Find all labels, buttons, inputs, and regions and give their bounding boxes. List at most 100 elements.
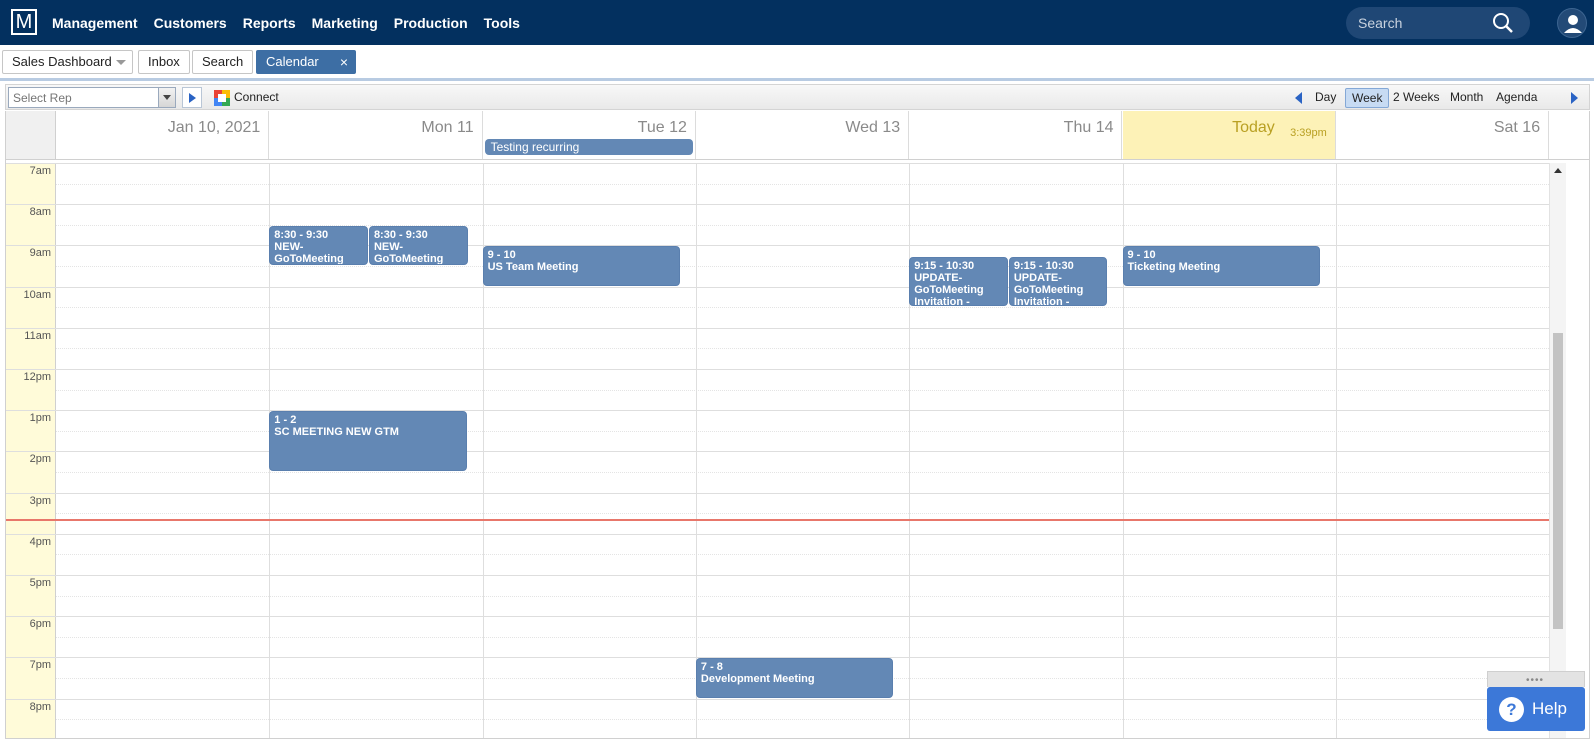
event-time: 9 - 10 (487, 249, 516, 262)
hour-gridline (6, 451, 1549, 453)
chevron-down-icon[interactable] (158, 88, 175, 107)
calendar-event[interactable]: 1 - 2 SC MEETING NEW GTM (269, 411, 467, 471)
hour-label: 12pm (23, 371, 51, 383)
play-icon[interactable] (182, 87, 202, 108)
event-title: Development Meeting (700, 673, 815, 686)
day-header[interactable]: Today 3:39pm (1122, 111, 1336, 159)
tab-calendar[interactable]: Calendar × (256, 50, 356, 74)
tab-search[interactable]: Search (192, 50, 254, 74)
event-time: 8:30 - 9:30 (373, 228, 428, 241)
event-title: SC MEETING NEW GTM (274, 426, 399, 439)
hour-gridline (6, 369, 1549, 370)
view-week-button[interactable]: Week (1345, 88, 1390, 108)
grip-icon: •••• (1526, 675, 1545, 686)
app-logo[interactable]: M (11, 9, 37, 35)
event-time: 9:15 - 10:30 (914, 259, 975, 272)
tab-sales-dashboard[interactable]: Sales Dashboard (2, 50, 133, 74)
event-title: NEW-GoToMeeting Invitation - Testing (373, 240, 444, 265)
scroll-up-arrow-icon[interactable] (1554, 168, 1562, 173)
event-title: Ticketing Meeting (1127, 261, 1221, 274)
calendar-event[interactable]: 7 - 8 Development Meeting (695, 658, 894, 698)
question-icon: ? (1499, 697, 1524, 722)
next-arrow-icon[interactable] (1571, 92, 1578, 104)
calendar-event[interactable]: 9:15 - 10:30 UPDATE-GoToMeeting Invitatio… (1008, 256, 1108, 307)
prev-arrow-icon[interactable] (1295, 92, 1302, 104)
close-icon[interactable]: × (340, 51, 348, 73)
day-header[interactable]: Mon 11 (269, 111, 483, 159)
user-icon (1564, 15, 1582, 33)
hour-gridline (6, 327, 1549, 329)
day-header-label: Tue 12 (637, 119, 687, 136)
day-header-label: Wed 13 (845, 119, 901, 136)
time-grid[interactable]: 7am 8am 9am 10am 11am 12pm 1pm 2pm 3pm 4pm 5pm 6pm 7… (6, 163, 1566, 738)
nav-customers[interactable]: Customers (154, 15, 227, 31)
tab-label: Sales Dashboard (12, 54, 112, 69)
current-time-indicator (6, 519, 1550, 522)
help-button[interactable]: ? Help (1487, 687, 1585, 731)
scrollbar-thumb[interactable] (1553, 333, 1563, 629)
nav-management[interactable]: Management (52, 15, 138, 31)
day-header-label: Mon 11 (421, 119, 474, 136)
half-hour-gridline (56, 595, 1549, 597)
hour-gridline (6, 698, 1549, 700)
event-title: NEW-GoToMeeting Invitation - Testing (274, 240, 344, 265)
half-hour-gridline (56, 472, 1549, 473)
hour-gridline (6, 286, 1549, 288)
view-month-button[interactable]: Month (1444, 88, 1489, 108)
nav-tools[interactable]: Tools (484, 15, 520, 31)
calendar-toolbar: Connect Day Week 2 Weeks Month Agenda (5, 84, 1590, 110)
allday-event[interactable]: Testing recurring (484, 139, 693, 155)
view-2weeks-button[interactable]: 2 Weeks (1387, 88, 1445, 108)
calendar-event[interactable]: 9 - 10 Ticketing Meeting (1122, 246, 1320, 286)
top-navbar: M Management Customers Reports Marketing… (0, 0, 1594, 45)
nav-reports[interactable]: Reports (243, 15, 296, 31)
hour-label: 1pm (29, 412, 51, 425)
current-time-label: 3:39pm (1290, 127, 1327, 139)
day-header[interactable]: Thu 14 (909, 111, 1123, 159)
day-column-divider (909, 163, 911, 738)
nav-production[interactable]: Production (394, 15, 468, 31)
google-icon[interactable] (214, 90, 230, 106)
help-drag-handle[interactable]: •••• (1487, 671, 1585, 687)
divider (0, 78, 1594, 81)
day-header[interactable]: Sat 16 (1335, 111, 1550, 159)
calendar-event[interactable]: 8:30 - 9:30NEW-GoToMeeting Invitation - … (368, 225, 468, 265)
half-hour-gridline (56, 307, 1549, 309)
half-hour-gridline (56, 348, 1549, 350)
day-header[interactable]: Jan 10, 2021 (56, 111, 270, 159)
hour-gridline (6, 204, 1549, 206)
user-avatar[interactable] (1557, 8, 1587, 38)
event-title: US Team Meeting (487, 261, 579, 274)
connect-link[interactable]: Connect (234, 90, 279, 104)
vertical-scrollbar[interactable] (1549, 163, 1566, 738)
hour-label: 6pm (29, 618, 51, 631)
tab-label: Calendar (266, 54, 319, 69)
header-gutter (6, 111, 56, 159)
day-header-label: Thu 14 (1063, 119, 1114, 136)
calendar-event[interactable]: 9 - 10 US Team Meeting (482, 246, 680, 286)
day-header-label: Today (1232, 119, 1275, 136)
tab-inbox[interactable]: Inbox (138, 50, 190, 74)
calendar-event[interactable]: 9:15 - 10:30 UPDATE-GoToMeeting Invitatio… (909, 256, 1008, 307)
half-hour-gridline (56, 554, 1549, 556)
view-agenda-button[interactable]: Agenda (1490, 88, 1543, 108)
day-header[interactable]: Wed 13 (695, 111, 910, 159)
search-icon[interactable] (1492, 12, 1514, 34)
half-hour-gridline (56, 389, 1549, 391)
week-calendar: Jan 10, 2021 Mon 11 Tue 12 Wed 13 Thu 14 Toda… (5, 111, 1590, 739)
chevron-down-icon[interactable] (116, 60, 126, 65)
hour-label: 11am (24, 329, 51, 342)
half-hour-gridline (56, 636, 1549, 638)
calendar-event[interactable]: 8:30 - 9:30NEW-GoToMeeting Invitation - … (269, 225, 368, 265)
day-column-divider (1335, 163, 1337, 738)
half-hour-gridline (56, 183, 1549, 185)
tab-bar: Sales Dashboard Inbox Search Calendar × (0, 45, 1594, 78)
hour-label: 8am (29, 206, 51, 219)
select-rep-combobox[interactable] (8, 87, 176, 108)
half-hour-gridline (56, 266, 1549, 267)
hour-gridline (6, 616, 1549, 618)
nav-marketing[interactable]: Marketing (312, 15, 378, 31)
event-title: UPDATE-GoToMeeting Invitation - Customer (1013, 271, 1084, 307)
hour-label: 7pm (29, 659, 51, 672)
view-day-button[interactable]: Day (1309, 88, 1342, 108)
